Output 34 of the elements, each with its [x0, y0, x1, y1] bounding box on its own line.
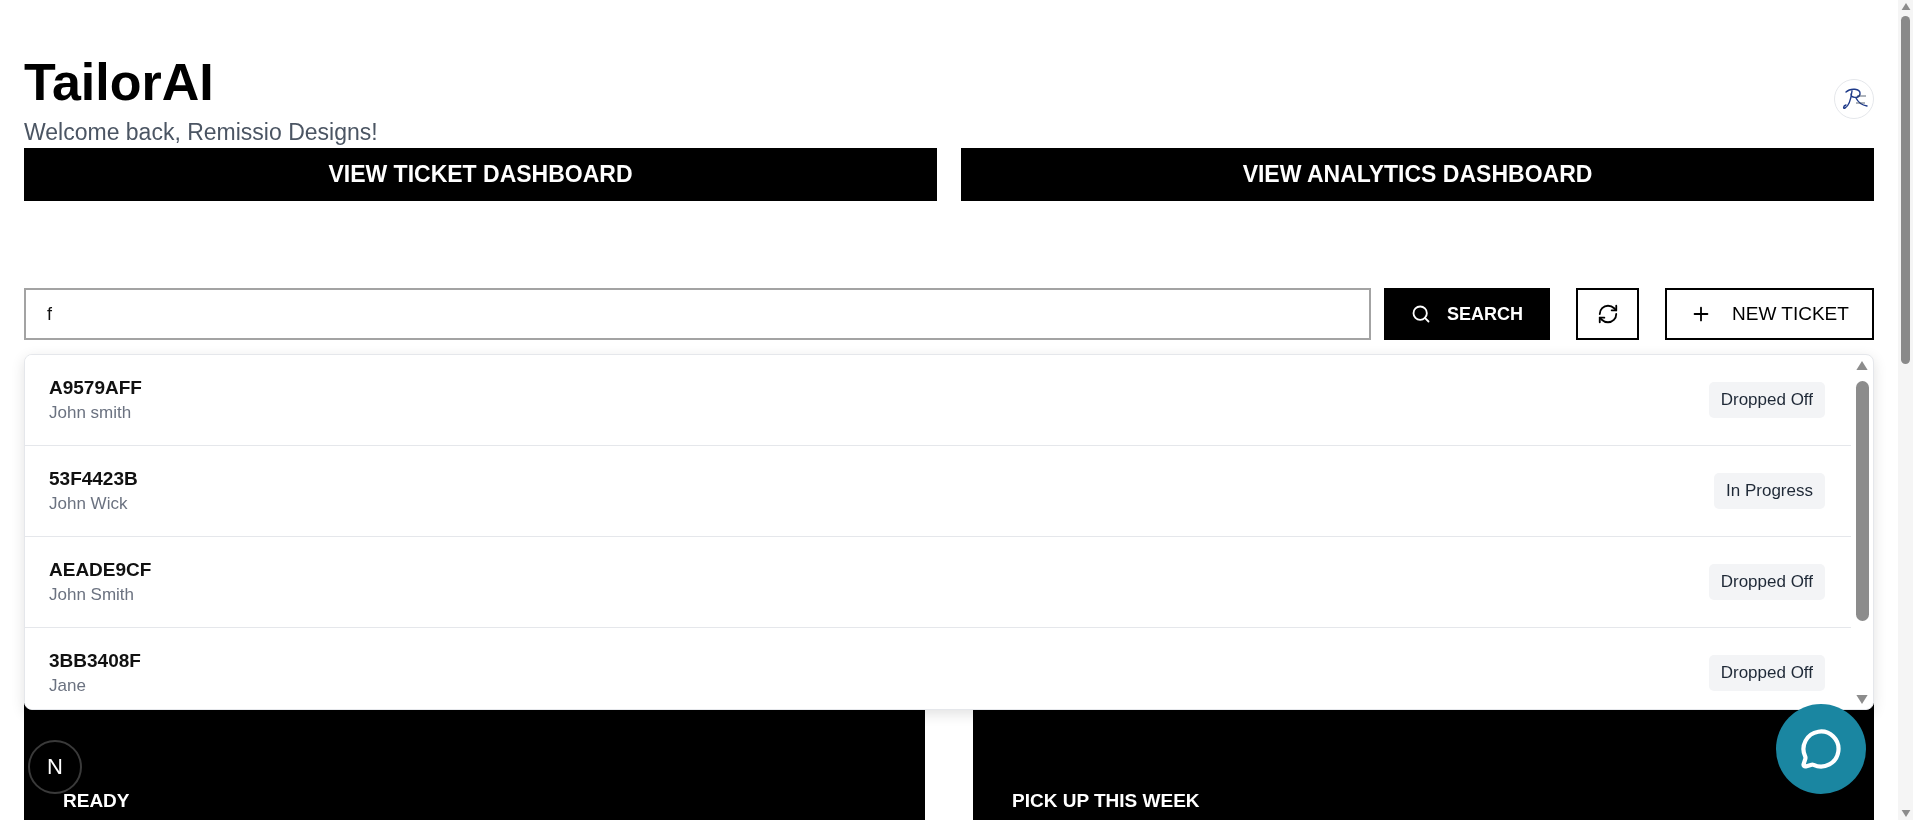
welcome-text: Welcome back, Remissio Designs! — [24, 118, 378, 146]
search-field[interactable]: f — [24, 288, 1371, 340]
search-result-item[interactable]: 3BB3408F Jane Dropped Off — [25, 628, 1851, 709]
status-badge: Dropped Off — [1708, 382, 1825, 418]
status-badge: In Progress — [1714, 473, 1825, 509]
search-result-item[interactable]: AEADE9CF John Smith Dropped Off — [25, 537, 1851, 628]
avatar-icon[interactable] — [1834, 78, 1874, 119]
search-button[interactable]: SEARCH — [1384, 288, 1550, 340]
ticket-id: AEADE9CF — [49, 558, 152, 582]
customer-name: Jane — [49, 675, 87, 697]
search-result-item[interactable]: 53F4423B John Wick In Progress — [25, 446, 1851, 537]
chat-bubble-icon — [1800, 728, 1842, 770]
dashboard-button[interactable]: VIEW ANALYTICS DASHBOARD — [961, 148, 1874, 201]
card-title: PICK UP THIS WEEK — [1012, 789, 1201, 813]
customer-name: John Wick — [49, 493, 129, 515]
ticket-id: 53F4423B — [49, 467, 138, 491]
scroll-down-icon[interactable] — [1900, 810, 1911, 817]
customer-name: John smith — [49, 402, 133, 424]
ticket-id: A9579AFF — [49, 376, 142, 400]
scroll-up-icon[interactable] — [1856, 361, 1868, 370]
refresh-button[interactable] — [1576, 288, 1639, 340]
dashboard-button[interactable]: VIEW TICKET DASHBOARD — [24, 148, 937, 201]
app-title: TailorAI — [24, 52, 214, 113]
search-icon — [1411, 304, 1431, 324]
customer-name: John Smith — [49, 584, 136, 606]
refresh-icon — [1596, 303, 1619, 325]
scrollbar-thumb[interactable] — [1855, 381, 1869, 621]
search-result-item[interactable]: A9579AFF John smith Dropped Off — [25, 355, 1851, 446]
status-badge: Dropped Off — [1708, 655, 1825, 691]
ticket-id: 3BB3408F — [49, 649, 141, 673]
status-badge: Dropped Off — [1708, 564, 1825, 600]
scrollbar-thumb[interactable] — [1901, 16, 1910, 364]
scroll-up-icon[interactable] — [1900, 3, 1911, 10]
new-ticket-button[interactable]: NEW TICKET — [1665, 288, 1874, 340]
